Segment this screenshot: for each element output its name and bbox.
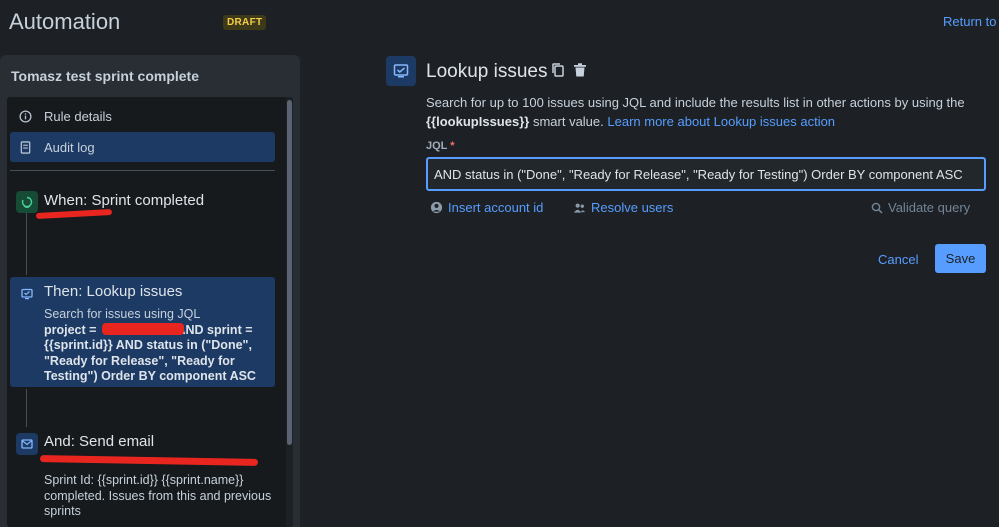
redaction-mark <box>102 323 184 335</box>
lookup-step-jql-rest: {{sprint.id}} AND status in ("Done", "Re… <box>44 338 256 383</box>
mail-icon <box>16 433 38 455</box>
send-email-step[interactable]: And: Send email Sprint Id: {{sprint.id}}… <box>10 427 275 527</box>
jql-label-text: JQL <box>426 140 448 152</box>
validate-query-button[interactable]: Validate query <box>871 200 970 215</box>
draft-badge: DRAFT <box>223 15 267 30</box>
lookup-step-jql-end: AND sprint = <box>176 322 253 337</box>
resolve-users-label: Resolve users <box>591 200 674 215</box>
description-text: Search for up to 100 issues using JQL an… <box>426 95 965 110</box>
validate-query-label: Validate query <box>888 200 971 215</box>
return-link[interactable]: Return to <box>943 14 996 29</box>
lookup-issues-step[interactable]: Then: Lookup issues Search for issues us… <box>10 277 275 387</box>
step-connector <box>26 213 27 275</box>
document-icon <box>18 140 32 154</box>
description-text-2: smart value. <box>532 114 604 129</box>
scrollbar-thumb[interactable] <box>287 100 292 445</box>
menu-divider <box>10 170 275 171</box>
audit-log-item[interactable]: Audit log <box>10 132 275 162</box>
audit-log-label: Audit log <box>44 139 95 155</box>
page-title: Automation <box>9 9 121 34</box>
search-icon <box>871 202 883 214</box>
rule-name: Tomasz test sprint complete <box>11 68 200 84</box>
action-description: Search for up to 100 issues using JQL an… <box>426 93 991 131</box>
insert-account-id-label: Insert account id <box>448 200 544 215</box>
insert-account-id-button[interactable]: Insert account id <box>430 200 543 215</box>
rule-steps-list: Rule details Audit log When: Sprint comp… <box>7 97 293 527</box>
jql-label: JQL * <box>426 140 455 152</box>
people-icon <box>573 202 586 214</box>
rule-details-label: Rule details <box>44 108 112 124</box>
lookup-issues-icon <box>386 56 416 86</box>
send-email-step-description: Sprint Id: {{sprint.id}} {{sprint.name}}… <box>44 473 272 518</box>
lookup-icon <box>16 283 38 305</box>
lookup-step-intro: Search for issues using JQL <box>44 307 201 321</box>
save-button[interactable]: Save <box>935 244 986 273</box>
rule-details-item[interactable]: Rule details <box>10 101 275 131</box>
trigger-step[interactable]: When: Sprint completed <box>10 185 275 245</box>
trigger-step-title: When: Sprint completed <box>44 192 205 209</box>
step-connector <box>26 389 27 427</box>
learn-more-link[interactable]: Learn more about Lookup issues action <box>607 114 835 129</box>
lookup-step-title: Then: Lookup issues <box>44 283 183 300</box>
trigger-icon <box>16 191 38 213</box>
action-title: Lookup issues <box>426 61 548 82</box>
lookup-step-description: Search for issues using JQL project = AND… <box>44 307 276 385</box>
send-email-step-title: And: Send email <box>44 433 155 450</box>
redaction-mark <box>39 455 259 466</box>
lookup-step-jql-start: project = <box>44 322 97 337</box>
required-marker: * <box>450 140 455 152</box>
trash-icon[interactable] <box>572 62 588 83</box>
user-circle-icon <box>430 201 443 214</box>
resolve-users-button[interactable]: Resolve users <box>573 200 673 215</box>
jql-input[interactable] <box>426 157 986 191</box>
cancel-button[interactable]: Cancel <box>872 245 924 273</box>
info-icon <box>18 109 32 123</box>
rule-panel: Tomasz test sprint complete Rule details… <box>0 55 300 527</box>
smart-value-token: {{lookupIssues}} <box>426 114 530 129</box>
sidebar-scrollbar[interactable] <box>286 97 293 527</box>
copy-icon[interactable] <box>550 62 566 83</box>
redaction-mark <box>35 209 113 219</box>
